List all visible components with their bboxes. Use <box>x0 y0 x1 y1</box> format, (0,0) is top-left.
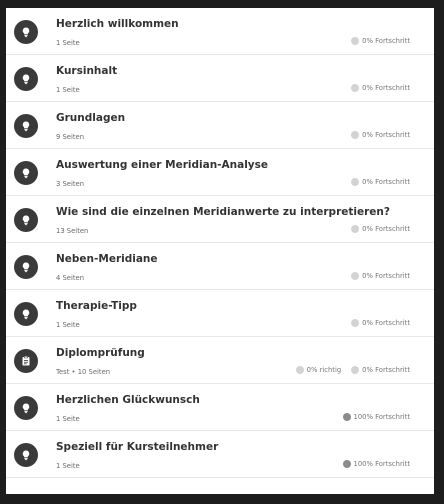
module-title: Neben-Meridiane <box>56 253 158 265</box>
module-page-count: 13 Seiten <box>56 227 89 235</box>
progress-indicator: 0% Fortschritt <box>351 319 410 327</box>
module-page-count: 3 Seiten <box>56 180 85 188</box>
progress-indicator: 0% Fortschritt <box>351 131 410 139</box>
lightbulb-icon <box>14 161 38 185</box>
progress-text: 100% Fortschritt <box>353 460 410 468</box>
progress-indicator: 0% Fortschritt <box>351 178 410 186</box>
progress-text: 0% Fortschritt <box>362 319 410 327</box>
progress-indicator: 0% Fortschritt <box>351 84 410 92</box>
module-status: 0% Fortschritt <box>351 225 410 233</box>
module-row-herzlich-willkommen[interactable]: Herzlich willkommen 1 Seite 0% Fortschri… <box>6 8 434 55</box>
module-status: 0% richtig 0% Fortschritt <box>295 366 410 374</box>
module-title: Grundlagen <box>56 112 126 124</box>
progress-text: 100% Fortschritt <box>353 413 410 421</box>
module-title: Diplomprüfung <box>56 347 145 359</box>
module-row-grundlagen[interactable]: Grundlagen 9 Seiten 0% Fortschritt <box>6 102 434 149</box>
progress-dot-icon <box>351 272 360 280</box>
module-title: Herzlichen Glückwunsch <box>56 394 200 406</box>
progress-indicator: 100% Fortschritt <box>342 460 410 468</box>
lightbulb-icon <box>14 114 38 138</box>
module-row-neben-meridiane[interactable]: Neben-Meridiane 4 Seiten 0% Fortschritt <box>6 243 434 290</box>
module-title: Kursinhalt <box>56 65 118 77</box>
progress-indicator: 0% Fortschritt <box>351 366 410 374</box>
module-row-auswertung[interactable]: Auswertung einer Meridian-Analyse 3 Seit… <box>6 149 434 196</box>
module-status: 0% Fortschritt <box>351 319 410 327</box>
progress-indicator: 0% Fortschritt <box>351 272 410 280</box>
lightbulb-icon <box>14 255 38 279</box>
progress-dot-icon <box>351 225 360 233</box>
progress-indicator: 0% Fortschritt <box>351 37 410 45</box>
lightbulb-icon <box>14 208 38 232</box>
module-status: 100% Fortschritt <box>342 413 410 421</box>
lightbulb-icon <box>14 396 38 420</box>
score-text: 0% richtig <box>306 366 342 374</box>
module-page-count: 1 Seite <box>56 321 80 329</box>
progress-dot-icon <box>351 319 360 327</box>
progress-dot-icon <box>342 460 351 468</box>
module-status: 0% Fortschritt <box>351 84 410 92</box>
module-status: 0% Fortschritt <box>351 131 410 139</box>
progress-text: 0% Fortschritt <box>362 225 410 233</box>
progress-dot-icon <box>351 84 360 92</box>
module-row-therapie-tipp[interactable]: Therapie-Tipp 1 Seite 0% Fortschritt <box>6 290 434 337</box>
module-row-kursteilnehmer[interactable]: Speziell für Kursteilnehmer 1 Seite 100%… <box>6 431 434 478</box>
module-status: 100% Fortschritt <box>342 460 410 468</box>
module-page-count: 4 Seiten <box>56 274 85 282</box>
score-dot-icon <box>295 366 304 374</box>
progress-text: 0% Fortschritt <box>362 84 410 92</box>
module-row-diplompruefung[interactable]: Diplomprüfung Test • 10 Seiten 0% richti… <box>6 337 434 384</box>
module-status: 0% Fortschritt <box>351 37 410 45</box>
lightbulb-icon <box>14 20 38 44</box>
course-module-list: Herzlich willkommen 1 Seite 0% Fortschri… <box>6 8 434 494</box>
progress-text: 0% Fortschritt <box>362 131 410 139</box>
progress-text: 0% Fortschritt <box>362 37 410 45</box>
lightbulb-icon <box>14 302 38 326</box>
module-title: Therapie-Tipp <box>56 300 137 312</box>
module-title: Speziell für Kursteilnehmer <box>56 441 219 453</box>
module-status: 0% Fortschritt <box>351 272 410 280</box>
progress-indicator: 0% Fortschritt <box>351 225 410 233</box>
module-page-count: Test • 10 Seiten <box>56 368 111 376</box>
module-title: Herzlich willkommen <box>56 18 179 30</box>
module-title: Auswertung einer Meridian-Analyse <box>56 159 269 171</box>
module-row-kursinhalt[interactable]: Kursinhalt 1 Seite 0% Fortschritt <box>6 55 434 102</box>
progress-indicator: 100% Fortschritt <box>342 413 410 421</box>
progress-text: 0% Fortschritt <box>362 366 410 374</box>
module-title: Wie sind die einzelnen Meridianwerte zu … <box>56 206 390 218</box>
lightbulb-icon <box>14 443 38 467</box>
lightbulb-icon <box>14 67 38 91</box>
module-page-count: 1 Seite <box>56 415 80 423</box>
module-page-count: 1 Seite <box>56 86 80 94</box>
module-row-meridianwerte[interactable]: Wie sind die einzelnen Meridianwerte zu … <box>6 196 434 243</box>
module-status: 0% Fortschritt <box>351 178 410 186</box>
module-page-count: 1 Seite <box>56 462 80 470</box>
module-page-count: 9 Seiten <box>56 133 85 141</box>
progress-text: 0% Fortschritt <box>362 272 410 280</box>
progress-dot-icon <box>351 366 360 374</box>
progress-text: 0% Fortschritt <box>362 178 410 186</box>
progress-dot-icon <box>351 131 360 139</box>
module-row-glueckwunsch[interactable]: Herzlichen Glückwunsch 1 Seite 100% Fort… <box>6 384 434 431</box>
exam-icon <box>14 349 38 373</box>
module-page-count: 1 Seite <box>56 39 80 47</box>
progress-dot-icon <box>342 413 351 421</box>
score-indicator: 0% richtig <box>295 366 342 374</box>
progress-dot-icon <box>351 37 360 45</box>
progress-dot-icon <box>351 178 360 186</box>
